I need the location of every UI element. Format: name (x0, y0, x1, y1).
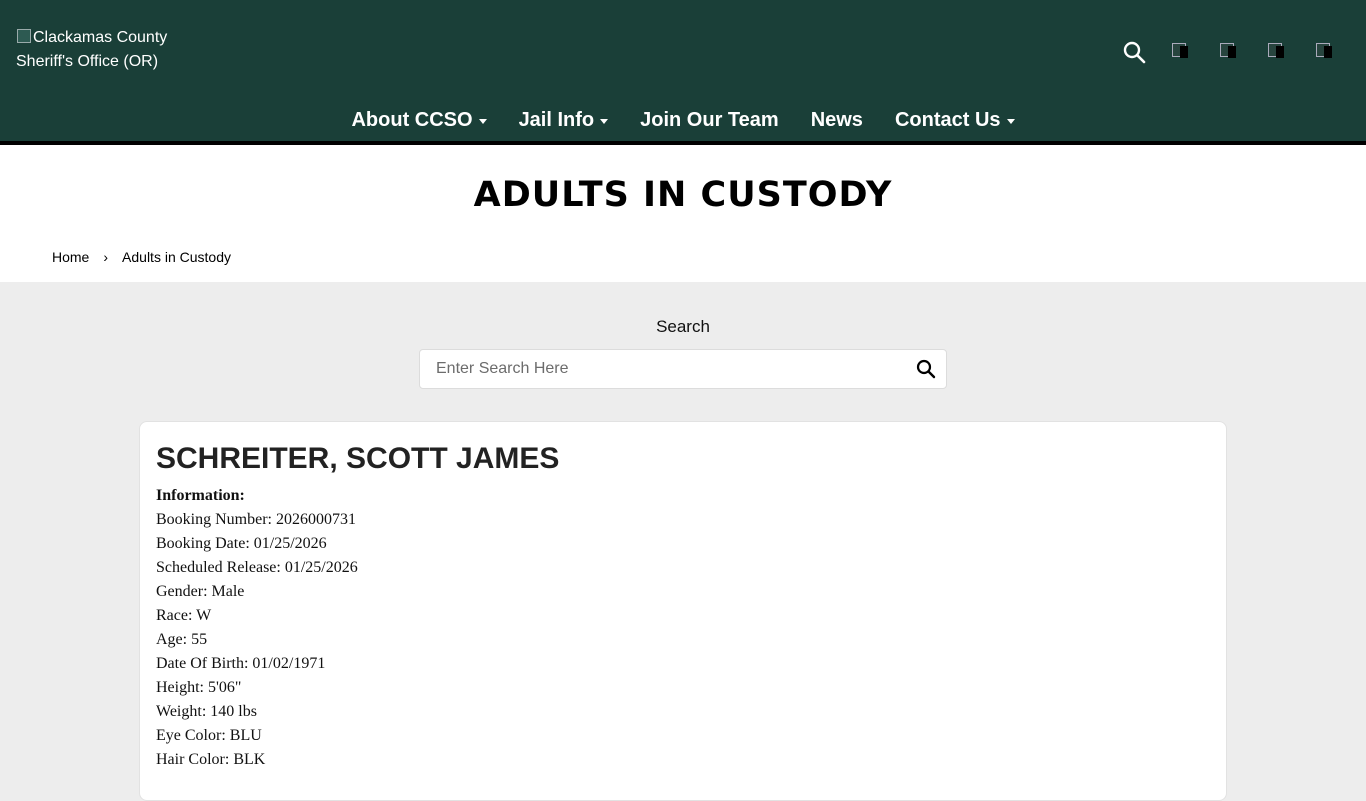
search-icon[interactable] (1122, 40, 1146, 64)
logo-alt-text: Clackamas County Sheriff's Office (OR) (16, 29, 168, 70)
breadcrumb-current: Adults in Custody (122, 249, 231, 265)
main-nav: About CCSO Jail Info Join Our Team News … (0, 105, 1366, 135)
booking-date: Booking Date: 01/25/2026 (156, 535, 327, 552)
breadcrumb: Home › Adults in Custody (52, 249, 231, 265)
age: Age: 55 (156, 631, 208, 648)
breadcrumb-home-link[interactable]: Home (52, 249, 89, 265)
nav-label: Contact Us (894, 108, 1001, 131)
nav-label: Jail Info (518, 108, 595, 131)
race: Race: W (156, 607, 212, 624)
date-of-birth: Date Of Birth: 01/02/1971 (156, 655, 326, 672)
eye-color: Eye Color: BLU (156, 727, 262, 744)
caret-down-icon (600, 118, 609, 124)
search-input[interactable] (420, 350, 900, 388)
caret-down-icon (478, 118, 487, 124)
youtube-icon[interactable] (1314, 40, 1338, 64)
nav-label: Join Our Team (640, 108, 779, 131)
nav-contact-us[interactable]: Contact Us (895, 109, 1015, 132)
nav-about-ccso[interactable]: About CCSO (351, 108, 487, 132)
search-box (419, 349, 947, 389)
booking-number: Booking Number: 2026000731 (156, 511, 356, 528)
search-submit-icon[interactable] (916, 359, 936, 379)
title-band: ADULTS IN CUSTODY Home › Adults in Custo… (0, 145, 1366, 282)
inmate-card: SCHREITER, SCOTT JAMES Information: Book… (139, 421, 1227, 801)
scheduled-release: Scheduled Release: 01/25/2026 (156, 559, 358, 576)
caret-down-icon (1006, 118, 1015, 124)
nav-news[interactable]: News (811, 109, 863, 132)
nav-label: News (810, 108, 863, 131)
page-title: ADULTS IN CUSTODY (473, 175, 893, 215)
facebook-icon[interactable] (1170, 40, 1194, 64)
nav-jail-info[interactable]: Jail Info (519, 109, 609, 132)
site-header: Clackamas County Sheriff's Office (OR) A… (0, 0, 1366, 141)
gender: Gender: Male (156, 583, 245, 600)
nav-join-our-team[interactable]: Join Our Team (640, 109, 779, 132)
site-logo[interactable]: Clackamas County Sheriff's Office (OR) (16, 26, 206, 74)
inmate-name: SCHREITER, SCOTT JAMES (156, 442, 560, 475)
info-heading: Information: (156, 487, 245, 504)
nav-label: About CCSO (351, 108, 473, 131)
logo-image-icon (16, 28, 32, 44)
hair-color: Hair Color: BLK (156, 751, 266, 768)
weight: Weight: 140 lbs (156, 703, 257, 720)
instagram-icon[interactable] (1266, 40, 1290, 64)
height: Height: 5'06" (156, 679, 242, 696)
header-tools (1122, 40, 1338, 64)
inmate-info: Information: Booking Number: 2026000731 … (156, 484, 358, 772)
breadcrumb-separator-icon: › (103, 249, 109, 265)
search-label: Search (656, 317, 710, 336)
twitter-icon[interactable] (1218, 40, 1242, 64)
